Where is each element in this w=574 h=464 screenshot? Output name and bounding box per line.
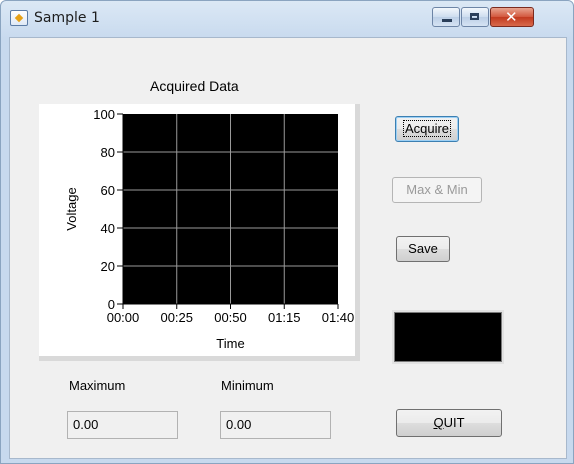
close-button[interactable]: ✕ [490, 7, 534, 27]
minimum-label: Minimum [221, 378, 274, 393]
window-client-area: Acquired Data 00:00 00:25 00:50 01:15 01:40 0… [9, 37, 567, 459]
title-bar[interactable]: Sample 1 ✕ [1, 1, 573, 37]
x-tick-label: 01:15 [268, 310, 301, 325]
maximum-label: Maximum [69, 378, 126, 393]
y-tick-label: 100 [93, 107, 115, 122]
minimize-icon [442, 19, 452, 22]
acquire-button[interactable]: Acquire [395, 116, 459, 142]
x-tick-label: 00:50 [214, 310, 247, 325]
max-min-button[interactable]: Max & Min [392, 177, 482, 203]
app-icon [10, 10, 28, 26]
minimize-button[interactable] [432, 7, 460, 27]
close-icon: ✕ [505, 8, 518, 26]
y-tick-label: 80 [101, 145, 115, 160]
acquire-label: Acquire [402, 120, 452, 137]
maximize-icon [470, 13, 479, 20]
waveform-chart: 00:00 00:25 00:50 01:15 01:40 0 20 40 60 80 100 Tim… [39, 104, 360, 361]
quit-label: UIT [443, 415, 465, 430]
y-tick-label: 0 [108, 297, 115, 312]
app-window: Sample 1 ✕ Acquired Data 00:00 00:25 00:50… [0, 0, 574, 464]
y-tick-label: 60 [101, 183, 115, 198]
status-indicator [394, 312, 502, 362]
x-tick-label: 00:00 [107, 310, 140, 325]
minimum-value-field: 0.00 [220, 411, 331, 439]
maximize-button[interactable] [461, 7, 489, 27]
maximum-value-field: 0.00 [67, 411, 178, 439]
y-axis-label: Voltage [64, 187, 79, 230]
x-tick-label: 01:40 [322, 310, 355, 325]
x-tick-label: 00:25 [160, 310, 193, 325]
chart-svg: 00:00 00:25 00:50 01:15 01:40 0 20 40 60 80 100 Tim… [64, 107, 355, 351]
window-title: Sample 1 [34, 10, 100, 26]
quit-accelerator: Q [433, 415, 444, 430]
quit-button[interactable]: QUIT [396, 409, 502, 437]
y-tick-label: 40 [101, 221, 115, 236]
x-axis-label: Time [216, 336, 244, 351]
save-button[interactable]: Save [396, 236, 450, 262]
chart-title: Acquired Data [150, 78, 239, 94]
y-tick-label: 20 [101, 259, 115, 274]
